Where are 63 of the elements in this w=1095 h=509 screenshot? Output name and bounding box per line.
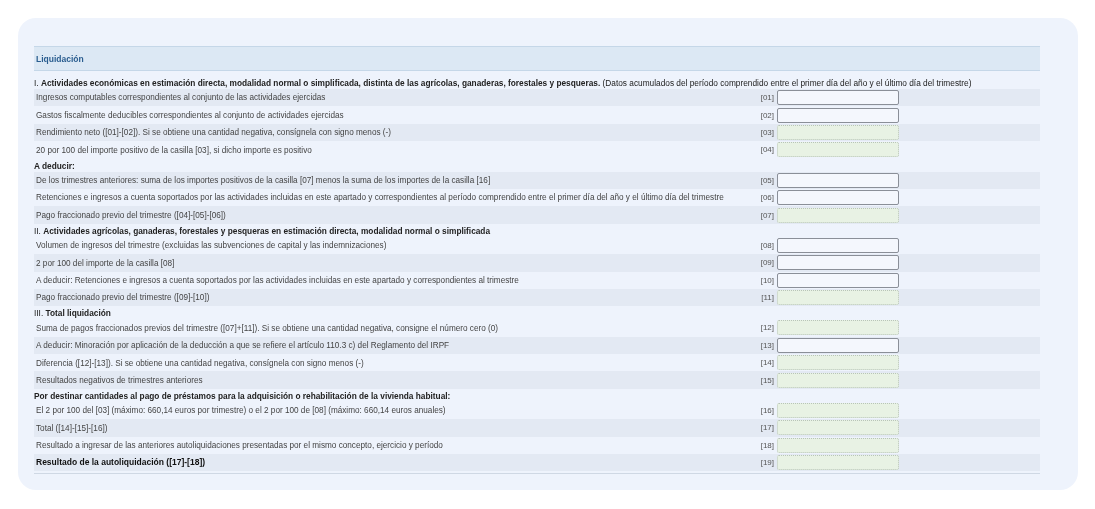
field-label: El 2 por 100 del [03] (máximo: 660,14 euros por trimestre) o el 2 por 100 de [08] (máximo: 660,14 euros anuales) [36, 405, 447, 416]
box-number: [04] [759, 145, 774, 155]
field-label: Volumen de ingresos del trimestre (excluidas las subvenciones de capital y las indemnizaciones) [36, 240, 388, 251]
field-label: Diferencia ([12]-[13]). Si se obtiene una cantidad negativa, consígnela con signo menos (-) [36, 357, 365, 368]
field-label: Retenciones e ingresos a cuenta soportados por las actividades incluidas en este apartado y correspondientes al período comprendido entre el primer día del año y el último día del trimestre [36, 192, 725, 203]
section-heading: II. Actividades agrícolas, ganaderas, forestales y pesqueras en estimación directa, modalidad normal o simplificada [34, 224, 492, 237]
amount-field[interactable] [777, 237, 899, 253]
amount-field[interactable] [777, 272, 899, 288]
field-label: Resultado de la autoliquidación ([17]-[18]) [36, 457, 207, 468]
box-number: [02] [759, 110, 774, 120]
field-label: Rendimiento neto ([01]-[02]). Si se obtiene una cantidad negativa, consígnela con signo menos (-) [36, 127, 392, 138]
amount-field[interactable] [777, 372, 899, 388]
box-number: [12] [759, 323, 774, 333]
box-number: [09] [759, 258, 774, 268]
box-number: [03] [759, 127, 774, 137]
box-number: [05] [759, 175, 774, 185]
box-number: [10] [759, 275, 774, 285]
box-number: [17] [759, 423, 774, 433]
amount-field[interactable] [777, 90, 899, 106]
amount-field[interactable] [777, 455, 899, 471]
amount-field[interactable] [777, 437, 899, 453]
field-label: Resultado a ingresar de las anteriores autoliquidaciones presentadas por el mismo concepto, ejercicio y período [36, 440, 444, 451]
amount-field[interactable] [777, 403, 899, 419]
box-number: [18] [759, 440, 774, 450]
field-label: 20 por 100 del importe positivo de la casilla [03], si dicho importe es positivo [36, 144, 313, 156]
section-heading: I. Actividades económicas en estimación directa, modalidad normal o simplificada, distinta de las agrícolas, ganaderas, forestales y pesqueras. (Datos acumulados del período comprendido entre el primer día del año y el último día del trimestre) [34, 77, 973, 89]
amount-field[interactable] [777, 337, 899, 353]
field-label: 2 por 100 del importe de la casilla [08] [36, 257, 176, 269]
box-number: [11] [760, 293, 774, 303]
amount-field[interactable] [777, 290, 899, 306]
field-label: Suma de pagos fraccionados previos del trimestre ([07]+[11]). Si se obtiene una cantidad negativa, consigne el número cero (0) [36, 322, 500, 334]
amount-field[interactable] [777, 142, 899, 158]
box-number: [15] [759, 375, 774, 385]
section-title: Liquidación [34, 46, 1040, 71]
field-label: A deducir: Retenciones e ingresos a cuenta soportados por las actividades incluidas en este apartado y correspondientes al trimestre [36, 274, 520, 286]
field-label: Gastos fiscalmente deducibles correspondientes al conjunto de actividades ejercidas [36, 109, 345, 121]
amount-field[interactable] [777, 355, 899, 371]
box-number: [07] [759, 210, 774, 220]
amount-field[interactable] [777, 190, 899, 206]
amount-field[interactable] [777, 124, 899, 140]
section-heading: A deducir: [34, 159, 76, 172]
field-label: De los trimestres anteriores: suma de los importes positivos de la casilla [07] menos la suma de los importes de la casilla [16] [36, 175, 492, 186]
field-label: Pago fraccionado previo del trimestre ([09]-[10]) [36, 292, 211, 303]
amount-field[interactable] [777, 320, 899, 336]
box-number: [08] [759, 240, 774, 250]
box-number: [14] [759, 358, 774, 368]
amount-field[interactable] [777, 420, 899, 436]
section-heading: Por destinar cantidades al pago de préstamos para la adquisición o rehabilitación de la vivienda habitual: [34, 389, 452, 402]
field-label: A deducir: Minoración por aplicación de la deducción a que se refiere el artículo 110.3 c) del Reglamento del IRPF [36, 340, 451, 351]
field-label: Total ([14]-[15]-[16]) [36, 422, 109, 434]
field-label: Resultados negativos de trimestres anteriores [36, 374, 204, 386]
amount-field[interactable] [777, 255, 899, 271]
box-number: [19] [759, 458, 774, 468]
box-number: [13] [759, 340, 774, 350]
amount-field[interactable] [777, 207, 899, 223]
field-label: Ingresos computables correspondientes al conjunto de las actividades ejercidas [36, 92, 327, 103]
box-number: [01] [759, 93, 774, 103]
field-label: Pago fraccionado previo del trimestre ([04]-[05]-[06]) [36, 209, 227, 221]
box-number: [16] [759, 406, 774, 416]
box-number: [06] [759, 193, 774, 203]
amount-field[interactable] [777, 107, 899, 123]
amount-field[interactable] [777, 172, 899, 188]
section-heading: III. Total liquidación [34, 307, 112, 320]
